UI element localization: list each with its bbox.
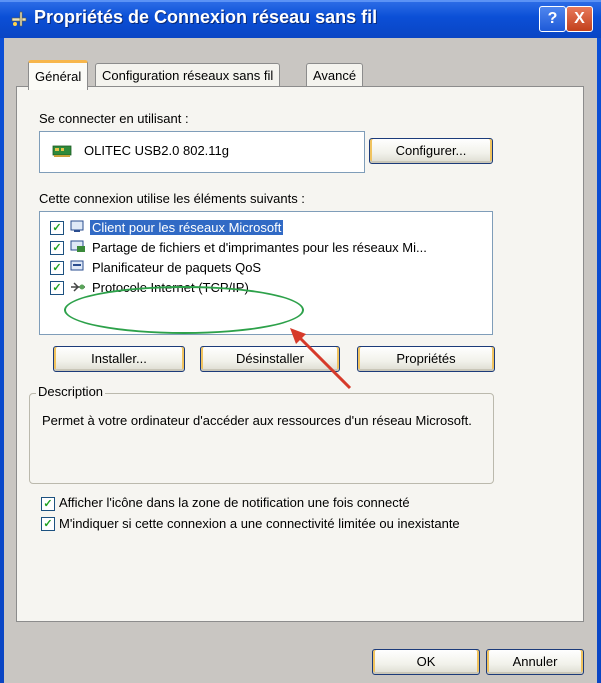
connect-using-label: Se connecter en utilisant :	[39, 111, 189, 126]
configure-button[interactable]: Configurer...	[369, 138, 493, 164]
close-button[interactable]: X	[566, 6, 593, 32]
tab-wireless-config[interactable]: Configuration réseaux sans fil	[95, 63, 281, 87]
description-group	[29, 393, 494, 484]
client-icon	[70, 220, 86, 237]
protocol-icon	[70, 280, 86, 297]
component-label: Planificateur de paquets QoS	[92, 260, 262, 275]
help-button[interactable]: ?	[539, 6, 566, 32]
component-label: Protocole Internet (TCP/IP)	[92, 280, 249, 295]
window-title: Propriétés de Connexion réseau sans fil	[34, 7, 378, 27]
show-icon-label: Afficher l'icône dans la zone de notific…	[59, 495, 410, 510]
show-icon-checkbox[interactable]: ✓	[41, 497, 55, 511]
tab-general[interactable]: Général	[28, 60, 89, 90]
adapter-box: OLITEC USB2.0 802.11g	[39, 131, 365, 173]
cancel-button[interactable]: Annuler	[486, 649, 584, 675]
install-button[interactable]: Installer...	[53, 346, 185, 372]
file-sharing-icon	[70, 240, 86, 257]
tab-advanced[interactable]: Avancé	[306, 63, 364, 87]
notify-limited-label: M'indiquer si cette connexion a une conn…	[59, 516, 460, 531]
properties-button[interactable]: Propriétés	[357, 346, 495, 372]
window-frame-left	[0, 38, 4, 683]
description-text: Permet à votre ordinateur d'accéder aux …	[42, 413, 472, 428]
adapter-name: OLITEC USB2.0 802.11g	[84, 143, 230, 158]
ok-button[interactable]: OK	[372, 649, 480, 675]
network-connection-icon	[10, 9, 30, 32]
uninstall-button[interactable]: Désinstaller	[200, 346, 340, 372]
component-label: Partage de fichiers et d'imprimantes pou…	[92, 240, 427, 255]
components-list[interactable]: ✓ Client pour les réseaux Microsoft ✓ Pa…	[39, 211, 493, 335]
tab-panel-general: Se connecter en utilisant : OLITEC USB2.…	[16, 86, 584, 622]
window-frame-right	[597, 38, 601, 683]
notify-limited-checkbox[interactable]: ✓	[41, 517, 55, 531]
title-bar[interactable]: Propriétés de Connexion réseau sans fil …	[0, 0, 601, 38]
component-checkbox[interactable]: ✓	[50, 281, 64, 295]
description-legend: Description	[36, 384, 106, 399]
components-label: Cette connexion utilise les éléments sui…	[39, 191, 305, 206]
network-card-icon	[52, 144, 72, 161]
qos-icon	[70, 260, 86, 277]
component-checkbox[interactable]: ✓	[50, 261, 64, 275]
component-label: Client pour les réseaux Microsoft	[90, 220, 284, 235]
component-checkbox[interactable]: ✓	[50, 241, 64, 255]
component-checkbox[interactable]: ✓	[50, 221, 64, 235]
